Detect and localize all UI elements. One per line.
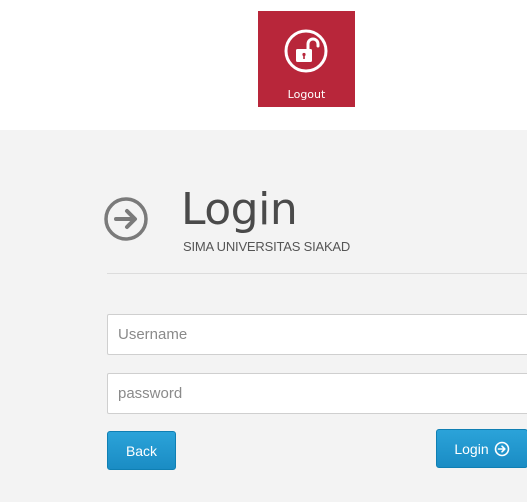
- unlock-icon: [284, 29, 328, 73]
- arrow-right-circle-icon: [104, 197, 148, 241]
- page-subtitle: SIMA UNIVERSITAS SIAKAD: [183, 239, 351, 254]
- back-button-label: Back: [125, 442, 158, 459]
- username-input[interactable]: [107, 314, 527, 355]
- page: Logout Login SIMA UNIVERSITAS SIAKAD Bac…: [0, 0, 527, 502]
- login-panel: Login SIMA UNIVERSITAS SIAKAD Back Login: [0, 130, 527, 502]
- divider: [107, 273, 527, 274]
- login-header: Login SIMA UNIVERSITAS SIAKAD: [103, 184, 527, 276]
- login-button-label: Login: [454, 440, 489, 457]
- logout-label: Logout: [287, 88, 326, 101]
- login-button[interactable]: Login: [436, 429, 527, 468]
- password-input[interactable]: [107, 373, 527, 414]
- page-title: Login: [181, 184, 298, 235]
- back-button[interactable]: Back: [107, 431, 176, 470]
- arrow-right-circle-icon: [494, 441, 509, 456]
- logout-tile-button[interactable]: Logout: [258, 11, 355, 107]
